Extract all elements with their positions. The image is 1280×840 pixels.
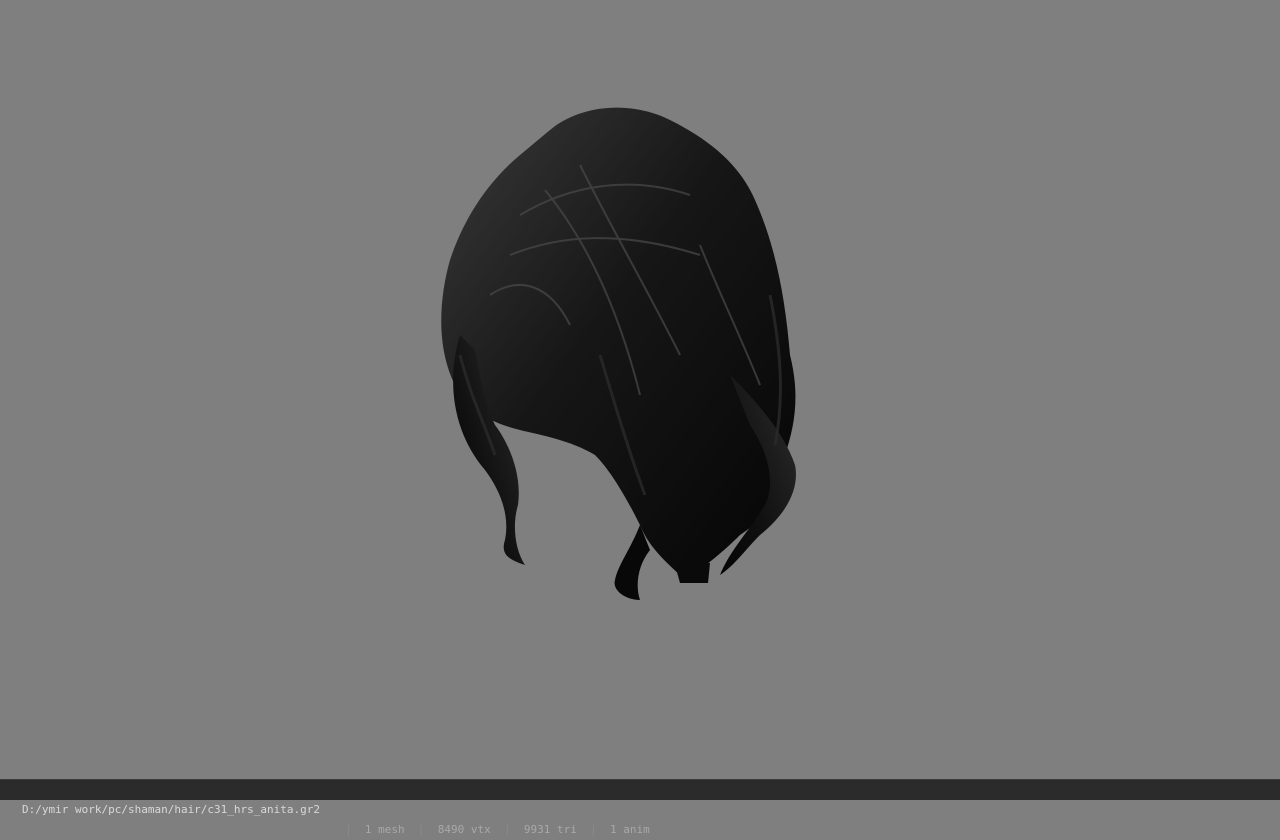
mesh-count: 1 mesh (364, 823, 405, 836)
separator: | (590, 823, 597, 836)
model-stats: | 1 mesh | 8490 vtx | 9931 tri | 1 anim (345, 820, 650, 840)
hair-model (441, 107, 796, 600)
vertex-count: 8490 vtx (437, 823, 491, 836)
status-bar: D:/ymir work/pc/shaman/hair/c31_hrs_anit… (0, 779, 1280, 836)
3d-viewport[interactable] (0, 0, 1280, 779)
separator: | (417, 823, 425, 836)
file-path: D:/ymir work/pc/shaman/hair/c31_hrs_anit… (22, 803, 321, 816)
hair-lower-curl (614, 525, 650, 600)
separator: | (345, 823, 352, 836)
animation-count: 1 anim (609, 823, 650, 836)
hair-tip (675, 563, 710, 583)
triangle-count: 9931 tri (523, 823, 577, 836)
separator: | (503, 823, 511, 836)
